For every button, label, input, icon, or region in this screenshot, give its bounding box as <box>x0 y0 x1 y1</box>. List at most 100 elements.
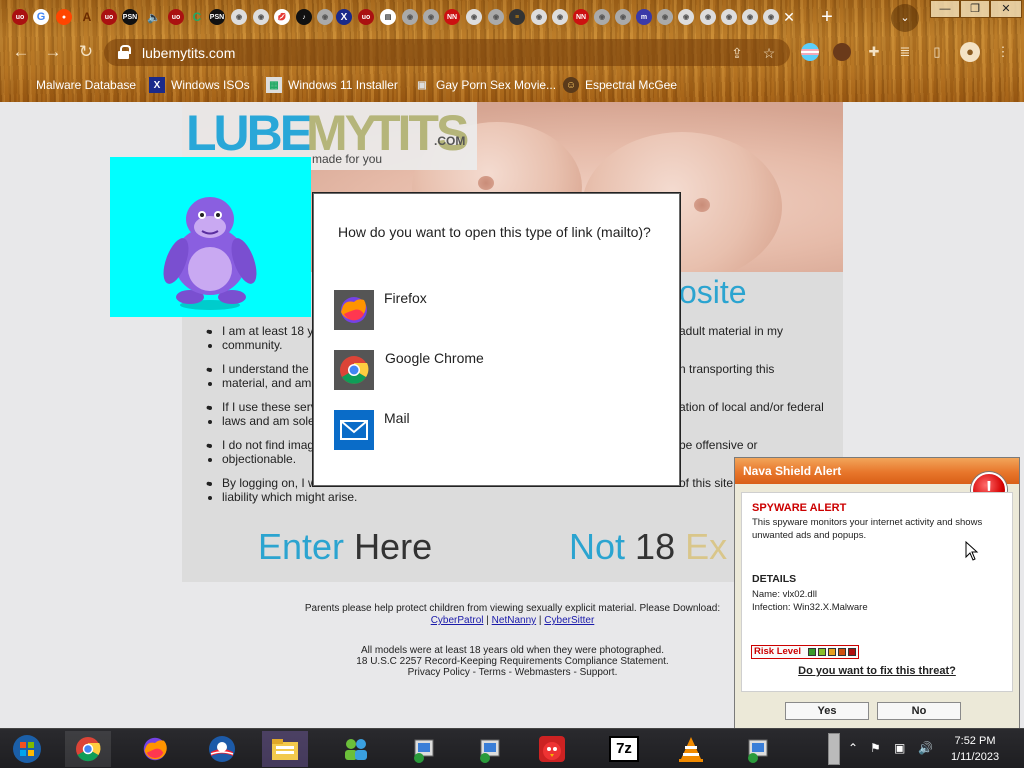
tab-favicon-news-2[interactable]: NN <box>573 9 589 25</box>
bookmark-gay-porn-sex-movie[interactable]: ▣ Gay Porn Sex Movie... <box>414 76 556 94</box>
taskbar-installer-icon-3[interactable] <box>735 731 781 767</box>
tab-search-chevron-icon[interactable]: ⌄ <box>891 4 919 32</box>
tab-favicon-globe-9[interactable]: ◉ <box>552 9 568 25</box>
red-folder-icon <box>14 77 30 93</box>
tab-favicon-doc[interactable]: ▤ <box>380 9 396 25</box>
tab-favicon-ublock[interactable]: uo <box>12 9 28 25</box>
close-window-button[interactable]: ✕ <box>990 0 1022 18</box>
profile-icon[interactable]: ● <box>960 42 980 62</box>
taskbar-installer-icon-2[interactable] <box>467 731 513 767</box>
taskbar-scrollbar[interactable] <box>828 733 840 765</box>
tab-favicon-psn[interactable]: PSN <box>122 9 138 25</box>
back-arrow-icon[interactable]: ← <box>10 41 32 63</box>
taskbar-vlc-icon[interactable] <box>668 731 714 767</box>
tab-favicon-ublock-4[interactable]: uo <box>358 9 374 25</box>
url-text[interactable]: lubemytits.com <box>142 45 235 61</box>
tab-close-icon[interactable]: ✕ <box>780 8 798 26</box>
menu-kebab-icon[interactable]: ⋮ <box>994 43 1012 61</box>
tab-favicon-globe-13[interactable]: ◉ <box>678 9 694 25</box>
tab-favicon-x[interactable]: X <box>336 9 352 25</box>
tab-favicon-globe-16[interactable]: ◉ <box>742 9 758 25</box>
restore-button[interactable]: ❐ <box>960 0 990 18</box>
enter-here-link[interactable]: Enter Here <box>258 526 432 568</box>
tab-favicon-google[interactable]: G <box>33 9 49 25</box>
cyberpatrol-link[interactable]: CyberPatrol <box>431 615 484 626</box>
forward-arrow-icon[interactable]: → <box>42 41 64 63</box>
tab-favicon-reddit[interactable]: ● <box>56 9 72 25</box>
taskbar-angry-birds-icon[interactable] <box>529 731 575 767</box>
usc-2257-link[interactable]: 18 U.S.C 2257 Record-Keeping Requirement… <box>356 656 666 667</box>
minimize-button[interactable]: — <box>930 0 960 18</box>
tab-favicon-globe-5[interactable]: ◉ <box>423 9 439 25</box>
tab-favicon-tiktok[interactable]: ♪ <box>296 9 312 25</box>
app-option-mail[interactable]: Mail <box>334 410 664 450</box>
risk-segment <box>808 648 816 656</box>
tab-favicon-globe-3[interactable]: ◉ <box>317 9 333 25</box>
taskbar-installer-icon[interactable] <box>401 731 447 767</box>
support-link[interactable]: Support <box>580 667 615 678</box>
avatar-extension-icon[interactable] <box>833 43 851 61</box>
system-clock[interactable]: 7:52 PM 1/11/2023 <box>944 733 1006 765</box>
volume-icon[interactable]: 🔊 <box>918 741 933 755</box>
privacy-policy-link[interactable]: Privacy Policy <box>408 667 470 678</box>
new-tab-button[interactable]: + <box>817 7 837 27</box>
tab-favicon-a[interactable]: A <box>79 9 95 25</box>
extensions-puzzle-icon[interactable]: ✚ <box>865 43 883 61</box>
taskbar-file-explorer-icon[interactable] <box>262 731 308 767</box>
tab-favicon-ublock-2[interactable]: uo <box>101 9 117 25</box>
fix-threat-question[interactable]: Do you want to fix this threat? <box>742 665 1012 677</box>
address-bar[interactable]: lubemytits.com ⇪ ☆ <box>104 39 790 66</box>
bookmark-espectral-mcgee[interactable]: ☺ Espectral McGee <box>563 76 677 94</box>
start-orb-icon[interactable] <box>4 731 50 767</box>
action-center-flag-icon[interactable]: ⚑ <box>870 741 881 755</box>
taskbar-7zip-icon[interactable]: 7z <box>601 731 647 767</box>
reload-icon[interactable]: ↻ <box>75 41 97 63</box>
taskbar-obama-icon[interactable] <box>199 731 245 767</box>
app-option-firefox[interactable]: Firefox <box>334 290 664 330</box>
taskbar-firefox-icon[interactable] <box>132 731 178 767</box>
tab-favicon-globe-10[interactable]: ◉ <box>594 9 610 25</box>
tab-favicon-lips[interactable]: 💋 <box>274 9 290 25</box>
tab-audio-icon[interactable]: 🔈 <box>146 9 162 25</box>
tab-favicon-ublock-3[interactable]: uo <box>168 9 184 25</box>
bookmark-windows-11-installer[interactable]: ▦ Windows 11 Installer <box>266 76 398 94</box>
tab-favicon-globe-2[interactable]: ◉ <box>253 9 269 25</box>
tab-favicon-m[interactable]: m <box>636 9 652 25</box>
tab-favicon-news[interactable]: NN <box>444 9 460 25</box>
exit-text: Ex <box>685 526 728 567</box>
bonzi-buddy-assistant[interactable] <box>110 157 311 317</box>
terms-link[interactable]: Terms <box>479 667 506 678</box>
netnanny-link[interactable]: NetNanny <box>492 615 536 626</box>
tab-favicon-c[interactable]: C <box>189 9 205 25</box>
bookmark-windows-isos[interactable]: X Windows ISOs <box>149 76 250 94</box>
tab-favicon-stack[interactable]: ≡ <box>509 9 525 25</box>
taskbar-chrome-icon[interactable] <box>65 731 111 767</box>
tab-favicon-globe-15[interactable]: ◉ <box>721 9 737 25</box>
side-panel-icon[interactable]: ▯ <box>928 43 946 61</box>
bookmark-star-icon[interactable]: ☆ <box>760 44 778 62</box>
flag-extension-icon[interactable] <box>801 43 819 61</box>
no-button[interactable]: No <box>877 702 961 720</box>
media-queue-icon[interactable]: ≣ <box>896 43 914 61</box>
taskbar-network-people-icon[interactable] <box>333 731 379 767</box>
tab-favicon-globe-4[interactable]: ◉ <box>402 9 418 25</box>
cybersitter-link[interactable]: CyberSitter <box>544 615 594 626</box>
tab-favicon-globe-6[interactable]: ◉ <box>466 9 482 25</box>
tab-favicon-globe-8[interactable]: ◉ <box>531 9 547 25</box>
lock-icon[interactable] <box>118 45 131 59</box>
tab-favicon-globe-11[interactable]: ◉ <box>615 9 631 25</box>
show-hidden-icons-chevron-icon[interactable]: ⌃ <box>848 741 858 755</box>
tab-favicon-globe-14[interactable]: ◉ <box>700 9 716 25</box>
app-option-google-chrome[interactable]: Google Chrome <box>334 350 664 390</box>
tab-favicon-globe-17[interactable]: ◉ <box>763 9 779 25</box>
bookmark-malware-database[interactable]: Malware Database <box>14 76 136 94</box>
network-icon[interactable]: ▣ <box>894 741 905 755</box>
tab-favicon-globe[interactable]: ◉ <box>231 9 247 25</box>
share-icon[interactable]: ⇪ <box>728 44 746 62</box>
tab-favicon-globe-12[interactable]: ◉ <box>657 9 673 25</box>
not-18-exit-link[interactable]: Not 18 Ex <box>569 526 727 568</box>
tab-favicon-globe-7[interactable]: ◉ <box>488 9 504 25</box>
yes-button[interactable]: Yes <box>785 702 869 720</box>
webmasters-link[interactable]: Webmasters <box>515 667 571 678</box>
tab-favicon-psn-2[interactable]: PSN <box>209 9 225 25</box>
